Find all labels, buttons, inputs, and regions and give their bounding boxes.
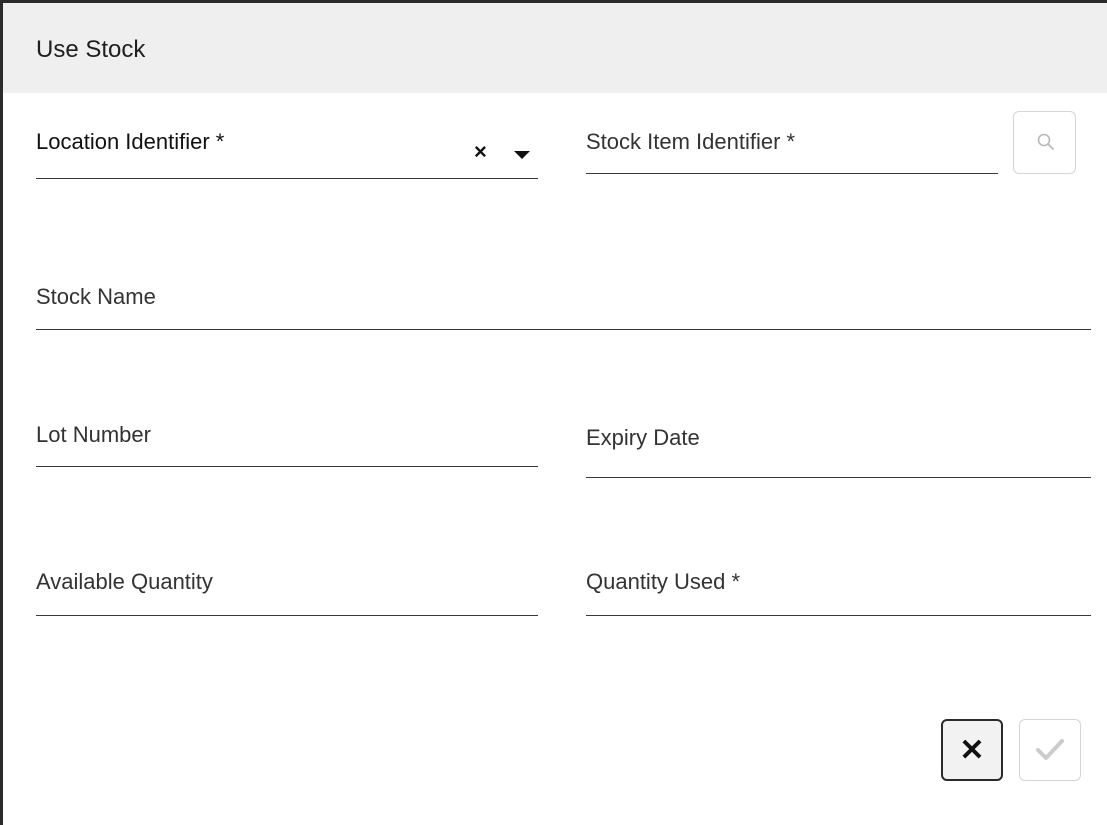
expiry-date-field[interactable]: Expiry Date (586, 411, 1091, 478)
available-quantity-label: Available Quantity (36, 569, 213, 594)
lot-number-field[interactable]: Lot Number (36, 411, 538, 467)
cancel-button[interactable]: ✕ (941, 719, 1003, 781)
search-icon (1037, 133, 1054, 150)
close-icon: ✕ (959, 733, 985, 767)
clear-icon[interactable]: × (474, 141, 487, 163)
stock-name-label: Stock Name (36, 284, 156, 309)
dialog-title: Use Stock (36, 36, 146, 63)
quantity-used-label: Quantity Used * (586, 569, 741, 594)
quantity-used-field[interactable]: Quantity Used * (586, 558, 1091, 616)
stock-item-identifier-field[interactable]: Stock Item Identifier * (586, 123, 998, 174)
available-quantity-field[interactable]: Available Quantity (36, 558, 538, 616)
location-identifier-label: Location Identifier * (36, 129, 225, 154)
use-stock-dialog: Use Stock Location Identifier * × Stock … (0, 0, 1107, 825)
check-icon (1036, 739, 1064, 760)
stock-name-field[interactable]: Stock Name (36, 273, 1091, 330)
chevron-down-icon[interactable] (514, 151, 530, 159)
lot-number-label: Lot Number (36, 422, 151, 447)
search-button[interactable] (1013, 111, 1076, 174)
location-identifier-select[interactable]: Location Identifier * × (36, 123, 538, 179)
stock-item-identifier-label: Stock Item Identifier * (586, 129, 796, 154)
expiry-date-label: Expiry Date (586, 425, 700, 450)
dialog-title-bar: Use Stock (3, 3, 1107, 93)
confirm-button[interactable] (1019, 719, 1081, 781)
